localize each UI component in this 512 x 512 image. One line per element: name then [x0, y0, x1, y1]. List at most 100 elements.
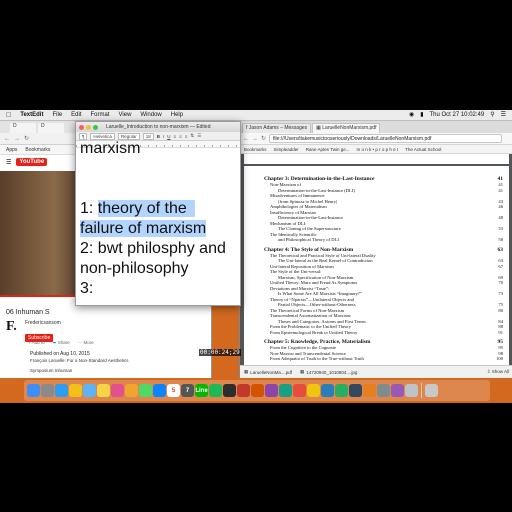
app-icon-7[interactable] [307, 384, 320, 397]
toc-page-number: 58 [498, 237, 503, 242]
bold-button[interactable]: B [157, 134, 160, 139]
app-icon-6[interactable] [293, 384, 306, 397]
menu-icon[interactable]: ☰ [6, 159, 11, 166]
show-all-label: Show All [491, 369, 509, 374]
forward-icon[interactable]: → [14, 136, 20, 142]
app-icon-10[interactable] [349, 384, 362, 397]
photos-icon[interactable] [125, 384, 138, 397]
show-all-button[interactable]: ⇩ Show All [487, 369, 509, 375]
close-button[interactable] [79, 124, 84, 130]
bookmark-item[interactable]: Bookmarks [244, 145, 267, 153]
toc-entry[interactable]: From Adequatio of Truth to the True-with… [264, 356, 509, 362]
app-icon-5[interactable] [279, 384, 292, 397]
image-file-icon: ▦ [300, 369, 305, 374]
channel-name[interactable]: Fredericsansom [25, 320, 61, 326]
youtube-logo[interactable]: YouTube [16, 158, 48, 166]
menu-bar:  TextEdit File Edit Format View Window … [0, 110, 512, 121]
back-icon[interactable]: ← [243, 136, 249, 142]
zoom-button[interactable] [93, 124, 98, 130]
calendar-icon[interactable]: 5 [167, 384, 180, 397]
app-icon-4[interactable] [265, 384, 278, 397]
align-right-icon[interactable]: ≡ [185, 134, 188, 139]
app-icon-3[interactable] [251, 384, 264, 397]
underline-button[interactable]: U [167, 134, 170, 139]
share-button[interactable]: ➦ Share [53, 340, 70, 346]
address-bar[interactable]: file:///Users/itakemusictooseriously/Dow… [269, 134, 502, 143]
reload-icon[interactable]: ↻ [24, 135, 29, 142]
bookmark-item[interactable]: The Actual School [405, 145, 441, 153]
italic-button[interactable]: I [163, 134, 164, 139]
menu-view[interactable]: View [119, 112, 132, 118]
bookmark-bookmarks[interactable]: Bookmarks [25, 145, 50, 154]
launchpad-icon[interactable] [41, 384, 54, 397]
back-icon[interactable]: ← [4, 136, 10, 142]
apple-menu-icon[interactable]:  [6, 112, 11, 119]
menu-file[interactable]: File [52, 112, 62, 118]
video-title: 06 Inhuman S [6, 309, 50, 316]
selected-text: failure of marxism [80, 220, 207, 237]
add-to-button[interactable]: + Add to [28, 340, 45, 346]
align-center-icon[interactable]: ≡ [179, 134, 182, 139]
battery-icon[interactable]: ▮ [420, 111, 423, 118]
download-filename: LaruelleNonMa....pdf [250, 369, 293, 375]
app-icon-11[interactable] [363, 384, 376, 397]
tab-pdf[interactable]: ▦ LaruelleNonMarxism.pdf [312, 123, 381, 133]
forward-icon[interactable]: → [252, 136, 258, 142]
bookmark-item[interactable]: Simpleadder [274, 145, 299, 153]
toc-entry[interactable]: and Philosophical Theory of DLI 58 [264, 237, 509, 243]
app-store-icon[interactable] [153, 384, 166, 397]
notifications-icon[interactable]: ☰ [501, 111, 506, 118]
reload-icon[interactable]: ↻ [261, 135, 266, 142]
list-icon[interactable]: ☰ [197, 133, 201, 139]
align-left-icon[interactable]: ≡ [173, 134, 176, 139]
channel-logo[interactable]: F. [6, 320, 20, 334]
app-icon-12[interactable] [377, 384, 390, 397]
clock[interactable]: Thu Oct 27 10:02:49 [430, 112, 485, 118]
mail-icon[interactable] [83, 384, 96, 397]
app-icon-9[interactable] [335, 384, 348, 397]
messages-icon[interactable] [139, 384, 152, 397]
bookmark-item[interactable]: m o n k • p r o p h e t [356, 145, 398, 153]
trash-icon[interactable] [425, 384, 438, 397]
notes-icon[interactable] [97, 384, 110, 397]
itunes-icon[interactable] [111, 384, 124, 397]
menu-window[interactable]: Window [140, 112, 161, 118]
system-prefs-icon[interactable]: 7 [181, 384, 194, 397]
pdf-viewer[interactable]: Chapter 3: Determination-in-the-Last-Ins… [240, 154, 512, 378]
video-actions: + Add to ➦ Share ⋯ More [28, 340, 94, 346]
minimize-button[interactable] [86, 124, 91, 130]
chrome-icon[interactable] [69, 384, 82, 397]
app-icon-14[interactable] [405, 384, 418, 397]
app-icon-8[interactable] [321, 384, 334, 397]
toc-page-number: 91 [498, 329, 503, 335]
browser-tab[interactable]: D [10, 123, 36, 133]
textedit-window: Laruelle_Introduction to non-marxism — E… [75, 121, 241, 306]
bookmark-apps[interactable]: Apps [6, 145, 17, 154]
line-icon[interactable]: Line [195, 384, 208, 397]
font-size-select[interactable]: 18 [142, 132, 154, 140]
wifi-icon[interactable]: ◉ [409, 111, 414, 118]
app-icon-2[interactable] [237, 384, 250, 397]
browser-tab[interactable]: D [38, 123, 64, 133]
app-icon-13[interactable] [391, 384, 404, 397]
menu-edit[interactable]: Edit [71, 112, 81, 118]
app-menu[interactable]: TextEdit [20, 112, 43, 118]
more-button[interactable]: ⋯ More [78, 340, 94, 346]
bookmark-item[interactable]: Rane Aptes Twin ge... [306, 145, 350, 153]
download-item[interactable]: ▦ 14720940_1010804....jpg [300, 369, 357, 375]
toc-entry[interactable]: From Epistemological Break to Unified Th… [264, 330, 509, 336]
menu-format[interactable]: Format [91, 112, 110, 118]
text-document[interactable]: marxism 1: theory of the failure of marx… [76, 140, 240, 305]
finder-icon[interactable] [27, 384, 40, 397]
download-item[interactable]: ▦ LaruelleNonMa....pdf [244, 369, 292, 375]
search-icon[interactable]: ⚲ [490, 111, 494, 118]
line-spacing-icon[interactable]: ⇅ [190, 133, 194, 139]
app-icon-1[interactable] [223, 384, 236, 397]
menu-help[interactable]: Help [171, 112, 183, 118]
spotify-icon[interactable] [209, 384, 222, 397]
pdf-page-previous [244, 154, 509, 164]
tab-messages[interactable]: f Jason Adams – Messages [242, 123, 312, 133]
doc-line: 2: bwt philosphy and [80, 240, 226, 257]
safari-icon[interactable] [55, 384, 68, 397]
video-timecode: 00:00:24;29 [199, 349, 241, 356]
